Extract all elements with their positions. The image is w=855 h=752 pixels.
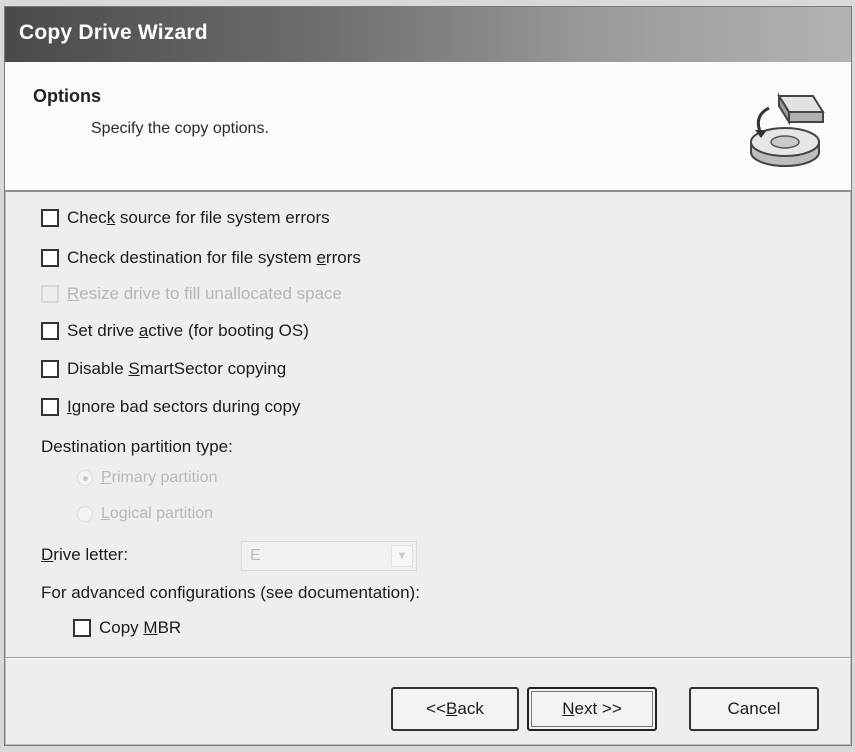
primary-partition-radio: Primary partition [77, 467, 217, 489]
check-destination-checkbox[interactable]: Check destination for file system errors [41, 246, 361, 270]
checkbox-box[interactable] [41, 209, 59, 227]
checkbox-box[interactable] [41, 398, 59, 416]
checkbox-box[interactable] [41, 360, 59, 378]
check-destination-label: Check destination for file system errors [67, 248, 361, 267]
logical-partition-label: Logical partition [101, 505, 214, 522]
radio-button [77, 506, 93, 522]
checkbox-box [41, 285, 59, 303]
page-title: Options [33, 86, 101, 106]
set-drive-active-checkbox[interactable]: Set drive active (for booting OS) [41, 319, 309, 343]
copy-drive-wizard-window: Copy Drive Wizard Options Specify the co… [4, 6, 852, 746]
check-source-checkbox[interactable]: Check source for file system errors [41, 206, 330, 230]
resize-drive-checkbox: Resize drive to fill unallocated space [41, 282, 342, 306]
next-button[interactable]: Next >> [527, 687, 657, 731]
advanced-config-label: For advanced configurations (see documen… [41, 583, 420, 602]
radio-button [77, 470, 93, 486]
checkbox-box[interactable] [73, 619, 91, 637]
logical-partition-radio: Logical partition [77, 503, 213, 525]
chevron-down-icon: ▼ [391, 545, 413, 567]
title-bar[interactable]: Copy Drive Wizard [5, 7, 851, 62]
copy-mbr-label: Copy MBR [99, 618, 182, 637]
window-title: Copy Drive Wizard [19, 21, 208, 44]
checkbox-box[interactable] [41, 322, 59, 340]
drive-letter-select: E ▼ [241, 541, 417, 571]
copy-mbr-checkbox[interactable]: Copy MBR [73, 616, 181, 640]
copy-drive-icon [750, 92, 825, 167]
ignore-bad-sectors-checkbox[interactable]: Ignore bad sectors during copy [41, 395, 300, 419]
disable-smartsector-label: Disable SmartSector copying [67, 359, 287, 378]
partition-type-label: Destination partition type: [41, 437, 233, 456]
check-source-label: Check source for file system errors [67, 208, 330, 227]
page-subtitle: Specify the copy options. [91, 120, 269, 137]
back-button[interactable]: << Back [391, 687, 519, 731]
resize-drive-label: Resize drive to fill unallocated space [67, 284, 342, 303]
checkbox-box[interactable] [41, 249, 59, 267]
drive-letter-value: E [250, 547, 261, 564]
cancel-button[interactable]: Cancel [689, 687, 819, 731]
wizard-header: Options Specify the copy options. [5, 62, 851, 192]
footer-divider [5, 657, 851, 659]
primary-partition-label: Primary partition [101, 469, 218, 486]
disable-smartsector-checkbox[interactable]: Disable SmartSector copying [41, 357, 286, 381]
drive-letter-label: Drive letter: [41, 545, 128, 564]
ignore-bad-sectors-label: Ignore bad sectors during copy [67, 397, 301, 416]
set-drive-active-label: Set drive active (for booting OS) [67, 321, 309, 340]
